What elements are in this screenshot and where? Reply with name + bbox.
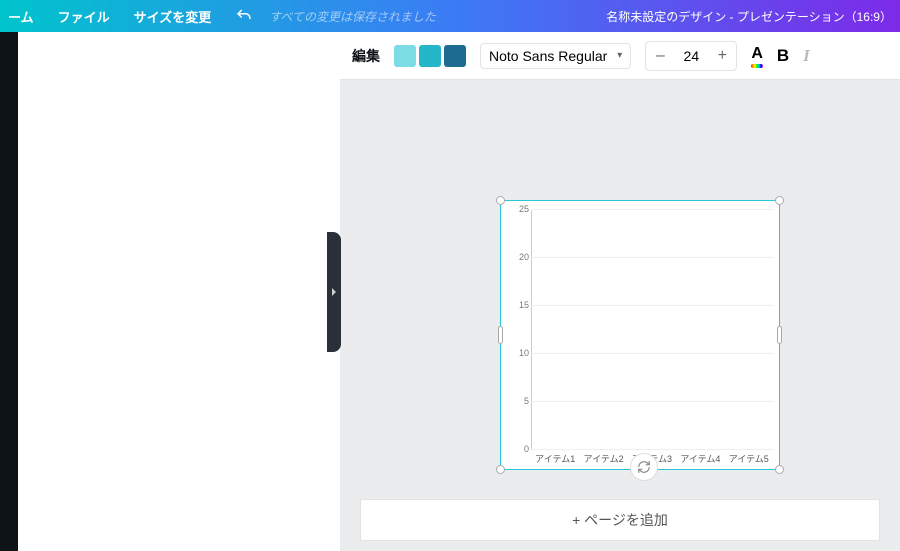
x-tick-label: アイテム5 <box>729 452 769 465</box>
context-toolbar: 編集 Noto Sans Regular ▾ – 24 + A B I <box>340 32 900 80</box>
font-size-decrease[interactable]: – <box>646 42 674 70</box>
swatch-3[interactable] <box>444 45 466 67</box>
resize-handle-tl[interactable] <box>496 196 505 205</box>
swatch-1[interactable] <box>394 45 416 67</box>
canvas-area: 編集 Noto Sans Regular ▾ – 24 + A B I <box>340 32 900 551</box>
resize-menu[interactable]: サイズを変更 <box>134 7 212 26</box>
italic-button[interactable]: I <box>803 46 810 66</box>
tools-rail <box>0 32 18 551</box>
y-tick-label: 20 <box>505 252 529 262</box>
y-tick-label: 15 <box>505 300 529 310</box>
font-size-value[interactable]: 24 <box>674 48 708 64</box>
y-tick-label: 25 <box>505 204 529 214</box>
file-menu[interactable]: ファイル <box>58 7 110 26</box>
x-tick-label: アイテム2 <box>584 452 624 465</box>
x-tick-label: アイテム4 <box>680 452 720 465</box>
font-size-increase[interactable]: + <box>708 42 736 70</box>
bold-button[interactable]: B <box>777 46 789 66</box>
chart-object[interactable]: 0510152025 アイテム1アイテム2アイテム3アイテム4アイテム5 <box>500 200 780 470</box>
panel-collapse-handle[interactable] <box>327 232 341 352</box>
save-status: すべての変更は保存されました <box>269 8 436 25</box>
y-tick-label: 10 <box>505 348 529 358</box>
canvas-stage[interactable]: 0510152025 アイテム1アイテム2アイテム3アイテム4アイテム5 + ペ… <box>340 80 900 551</box>
main-area: 編集 Noto Sans Regular ▾ – 24 + A B I <box>0 32 900 551</box>
font-family-label: Noto Sans Regular <box>489 48 607 64</box>
font-family-select[interactable]: Noto Sans Regular ▾ <box>480 43 631 69</box>
resize-handle-tr[interactable] <box>775 196 784 205</box>
resize-handle-l[interactable] <box>498 326 503 344</box>
add-page-button[interactable]: + ページを追加 <box>360 499 880 541</box>
chevron-down-icon: ▾ <box>617 50 622 61</box>
resize-handle-br[interactable] <box>775 465 784 474</box>
top-menu-bar: ーム ファイル サイズを変更 すべての変更は保存されました 名称未設定のデザイン… <box>0 0 900 32</box>
document-title[interactable]: 名称未設定のデザイン - プレゼンテーション（16:9） <box>606 8 892 25</box>
text-color-button[interactable]: A <box>751 45 763 66</box>
color-swatches <box>394 45 466 67</box>
y-tick-label: 0 <box>505 444 529 454</box>
elements-panel-wrapper <box>18 32 340 551</box>
undo-icon[interactable] <box>235 7 253 25</box>
resize-handle-bl[interactable] <box>496 465 505 474</box>
sync-icon[interactable] <box>630 453 658 481</box>
y-tick-label: 5 <box>505 396 529 406</box>
x-tick-label: アイテム1 <box>535 452 575 465</box>
chart-plot-area: 0510152025 <box>531 209 773 449</box>
edit-data-button[interactable]: 編集 <box>352 46 380 66</box>
resize-handle-r[interactable] <box>777 326 782 344</box>
font-size-stepper: – 24 + <box>645 41 737 71</box>
home-menu[interactable]: ーム <box>8 7 34 26</box>
swatch-2[interactable] <box>419 45 441 67</box>
